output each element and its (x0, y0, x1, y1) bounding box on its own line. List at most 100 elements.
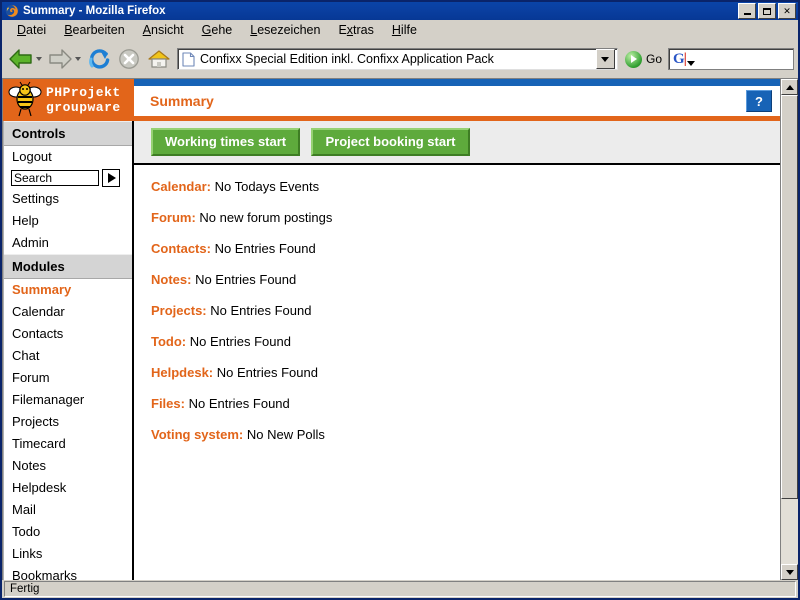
menu-ansicht[interactable]: Ansicht (134, 21, 193, 39)
reload-icon[interactable] (84, 44, 114, 74)
sidebar-item-notes[interactable]: Notes (4, 455, 132, 477)
status-text: Fertig (4, 581, 796, 597)
blue-divider (134, 79, 780, 86)
sidebar-item-links[interactable]: Links (4, 543, 132, 565)
title-strip: Summary ? (134, 86, 780, 121)
google-search-input[interactable]: G| (668, 48, 794, 70)
scrollbar-track[interactable] (781, 95, 798, 564)
back-dropdown-icon[interactable] (36, 57, 42, 61)
sidebar-item-timecard[interactable]: Timecard (4, 433, 132, 455)
page-header: PHProjekt groupware Summary ? (3, 79, 780, 121)
bee-icon (7, 81, 43, 119)
scroll-up-button[interactable] (781, 79, 798, 95)
sidebar-search (4, 168, 132, 188)
summary-value: No Todays Events (214, 179, 320, 194)
browser-window: Summary - Mozilla Firefox ✕ Datei Bearbe… (0, 0, 800, 600)
phprojekt-logo[interactable]: PHProjekt groupware (3, 79, 134, 121)
sidebar-item-helpdesk[interactable]: Helpdesk (4, 477, 132, 499)
summary-label: Notes: (151, 272, 192, 287)
summary-row-projects: Projects: No Entries Found (151, 303, 780, 318)
summary-label: Forum: (151, 210, 196, 225)
summary-list: Calendar: No Todays Events Forum: No new… (134, 165, 780, 458)
close-button[interactable]: ✕ (778, 3, 796, 19)
menu-extras[interactable]: Extras (329, 21, 382, 39)
summary-label: Files: (151, 396, 185, 411)
logo-text: PHProjekt groupware (43, 85, 121, 115)
go-label: Go (645, 52, 662, 66)
working-times-start-button[interactable]: Working times start (151, 128, 301, 156)
sidebar-item-chat[interactable]: Chat (4, 345, 132, 367)
forward-icon (45, 44, 75, 74)
scroll-down-button[interactable] (781, 564, 798, 580)
summary-value: No New Polls (246, 427, 325, 442)
sidebar-item-bookmarks[interactable]: Bookmarks (4, 565, 132, 580)
sidebar-item-contacts[interactable]: Contacts (4, 323, 132, 345)
summary-label: Todo: (151, 334, 187, 349)
title-bar: Summary - Mozilla Firefox ✕ (2, 2, 798, 20)
sidebar-item-todo[interactable]: Todo (4, 521, 132, 543)
logo-line-1: PHProjekt (46, 85, 121, 100)
logo-line-2: groupware (46, 100, 121, 115)
menu-hilfe[interactable]: Hilfe (383, 21, 426, 39)
action-button-row: Working times start Project booking star… (134, 121, 780, 165)
sidebar-header-controls: Controls (4, 121, 132, 146)
summary-row-notes: Notes: No Entries Found (151, 272, 780, 287)
sidebar-item-settings[interactable]: Settings (4, 188, 132, 210)
sidebar-item-admin[interactable]: Admin (4, 232, 132, 254)
summary-value: No new forum postings (199, 210, 333, 225)
search-engine-dropdown-icon[interactable] (686, 61, 695, 66)
menu-bearbeiten[interactable]: Bearbeiten (55, 21, 133, 39)
navigation-toolbar: Confixx Special Edition inkl. Confixx Ap… (2, 40, 798, 78)
menu-datei[interactable]: Datei (8, 21, 55, 39)
summary-value: No Entries Found (210, 303, 312, 318)
sidebar-header-modules: Modules (4, 254, 132, 279)
project-booking-start-button[interactable]: Project booking start (311, 128, 470, 156)
url-bar[interactable]: Confixx Special Edition inkl. Confixx Ap… (177, 48, 618, 70)
summary-row-todo: Todo: No Entries Found (151, 334, 780, 349)
menu-lesezeichen[interactable]: Lesezeichen (241, 21, 329, 39)
forward-dropdown-icon (75, 57, 81, 61)
minimize-button[interactable] (738, 3, 756, 19)
summary-value: No Entries Found (214, 241, 316, 256)
menu-gehe[interactable]: Gehe (193, 21, 242, 39)
summary-value: No Entries Found (189, 334, 291, 349)
page-body: Controls Logout Settings Help Admin Modu… (3, 121, 780, 580)
stop-icon (114, 44, 144, 74)
summary-label: Calendar: (151, 179, 211, 194)
sidebar-item-mail[interactable]: Mail (4, 499, 132, 521)
summary-row-voting: Voting system: No New Polls (151, 427, 780, 442)
sidebar-item-filemanager[interactable]: Filemanager (4, 389, 132, 411)
sidebar-item-help[interactable]: Help (4, 210, 132, 232)
sidebar-item-projects[interactable]: Projects (4, 411, 132, 433)
sidebar-item-summary[interactable]: Summary (4, 279, 132, 301)
go-button[interactable]: Go (621, 50, 666, 68)
sidebar-item-calendar[interactable]: Calendar (4, 301, 132, 323)
page-title-strip: Summary ? (134, 79, 780, 121)
search-input[interactable] (11, 170, 99, 186)
go-icon (624, 50, 642, 68)
maximize-button[interactable] (758, 3, 776, 19)
url-dropdown-button[interactable] (595, 49, 615, 69)
summary-row-calendar: Calendar: No Todays Events (151, 179, 780, 194)
summary-label: Voting system: (151, 427, 244, 442)
home-icon[interactable] (144, 44, 174, 74)
vertical-scrollbar[interactable] (780, 79, 798, 580)
main-content: Working times start Project booking star… (134, 121, 780, 580)
page-title: Summary (150, 93, 214, 109)
summary-value: No Entries Found (188, 396, 290, 411)
sidebar-item-logout[interactable]: Logout (4, 146, 132, 168)
status-bar: Fertig (2, 580, 798, 598)
sidebar-item-forum[interactable]: Forum (4, 367, 132, 389)
window-title: Summary - Mozilla Firefox (23, 5, 166, 17)
scrollbar-thumb[interactable] (781, 95, 798, 499)
back-icon[interactable] (6, 44, 36, 74)
firefox-icon (5, 4, 19, 18)
google-logo-icon: G| (673, 50, 687, 67)
browser-viewport: PHProjekt groupware Summary ? Controls L… (2, 78, 798, 580)
help-button[interactable]: ? (746, 90, 772, 112)
web-page: PHProjekt groupware Summary ? Controls L… (3, 79, 780, 580)
search-submit-icon[interactable] (102, 169, 120, 187)
url-input[interactable]: Confixx Special Edition inkl. Confixx Ap… (200, 52, 596, 66)
summary-row-files: Files: No Entries Found (151, 396, 780, 411)
summary-label: Projects: (151, 303, 207, 318)
